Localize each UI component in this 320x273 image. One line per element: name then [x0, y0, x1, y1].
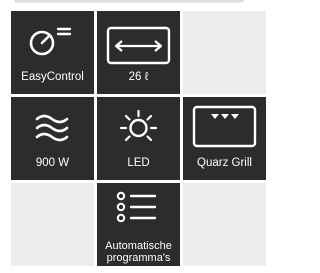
feature-label: 900 W	[35, 157, 70, 169]
feature-tile-capacity: 26 ℓ	[97, 11, 180, 94]
feature-tile-grill: Quarz Grill	[183, 97, 266, 180]
feature-tile-power: 900 W	[11, 97, 94, 180]
easycontrol-knob-icon	[11, 11, 94, 71]
capacity-arrows-icon	[97, 11, 180, 71]
grill-heater-icon	[183, 97, 266, 157]
feature-label: Automatische programma's	[105, 240, 172, 264]
feature-label: Quarz Grill	[197, 157, 252, 169]
feature-tile-easycontrol: EasyControl	[11, 11, 94, 94]
top-edge-shadow	[0, 0, 268, 6]
feature-label: LED	[127, 157, 150, 169]
feature-label: EasyControl	[21, 71, 84, 83]
empty-tile	[11, 183, 94, 266]
empty-tile	[183, 183, 266, 266]
feature-grid: EasyControl 26 ℓ 900 W LED Quarz Grill A…	[11, 11, 266, 266]
microwave-waves-icon	[11, 97, 94, 157]
feature-label: 26 ℓ	[128, 71, 149, 83]
program-list-icon	[97, 183, 180, 243]
empty-tile	[183, 11, 266, 94]
feature-tile-programs: Automatische programma's	[97, 183, 180, 266]
feature-tile-led: LED	[97, 97, 180, 180]
light-bulb-icon	[97, 97, 180, 157]
